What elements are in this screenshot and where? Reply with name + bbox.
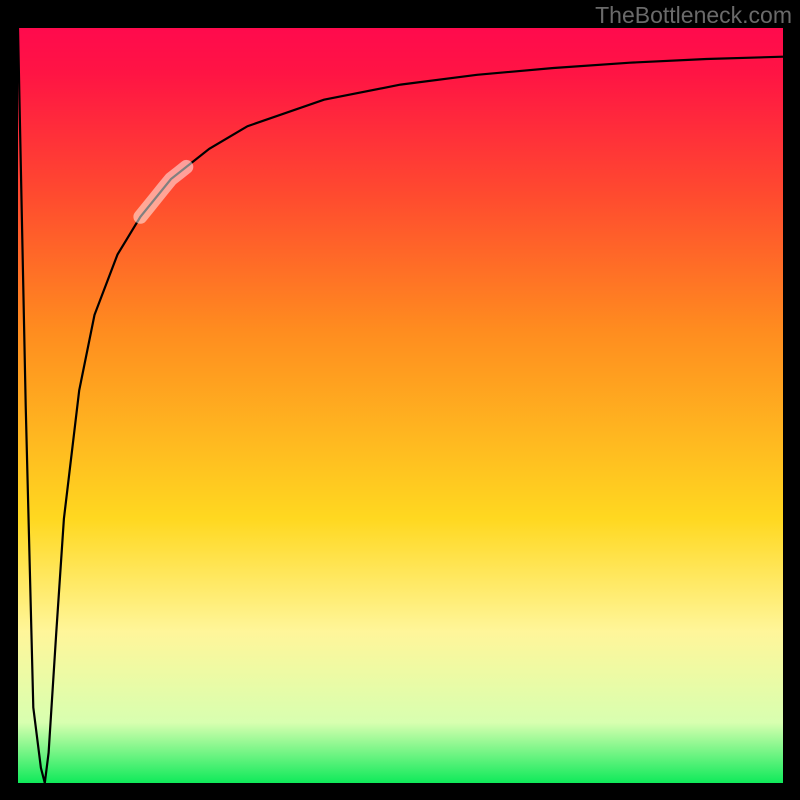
plot-area (18, 28, 783, 783)
watermark-text: TheBottleneck.com (595, 2, 792, 29)
curve-highlight (140, 167, 186, 217)
curve-svg (18, 28, 783, 783)
chart-frame: TheBottleneck.com (0, 0, 800, 800)
bottleneck-curve (18, 28, 783, 783)
